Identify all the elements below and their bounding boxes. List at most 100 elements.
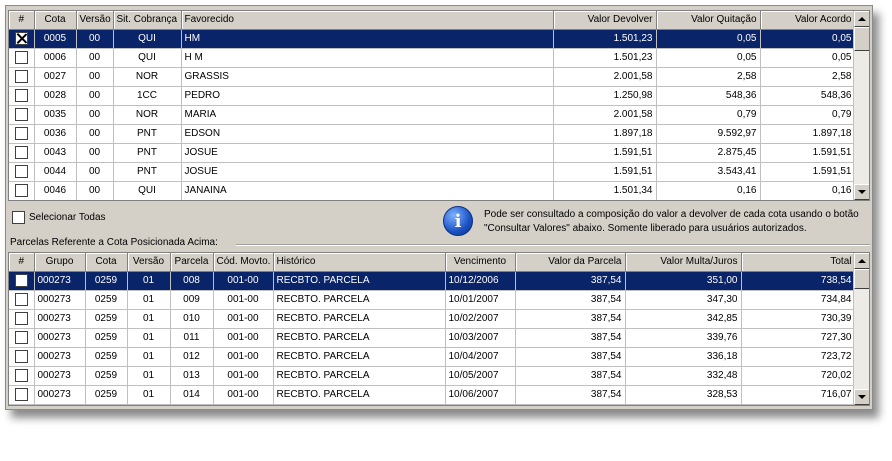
- table-row[interactable]: 0006 00 QUI H M 1.501,23 0,05 0,05: [9, 48, 856, 68]
- row-checkbox[interactable]: [14, 331, 28, 344]
- col-header-sit-cobranca[interactable]: Sit. Cobrança: [113, 11, 182, 30]
- row-checkbox[interactable]: [14, 184, 28, 197]
- table-row[interactable]: 0044 00 PNT JOSUE 1.591,51 3.543,41 1.591,51: [9, 162, 856, 182]
- cell-cod-movto: 001-00: [213, 385, 274, 405]
- table-row[interactable]: 0043 00 PNT JOSUE 1.591,51 2.875,45 1.591,51: [9, 143, 856, 163]
- col-header-valor-parcela[interactable]: Valor da Parcela: [515, 253, 626, 272]
- row-checkbox-cell[interactable]: [9, 366, 35, 386]
- cell-total: 716,07: [741, 385, 856, 405]
- scroll-up-button[interactable]: [854, 253, 869, 269]
- col-header-parcela[interactable]: Parcela: [170, 253, 214, 272]
- row-checkbox[interactable]: [14, 127, 28, 140]
- col-header-vencimento[interactable]: Vencimento: [445, 253, 516, 272]
- cotas-body: 0005 00 QUI HM 1.501,23 0,05 0,05 0006 00 QUI H M1…: [9, 29, 856, 200]
- row-checkbox-cell[interactable]: [9, 385, 35, 405]
- cell-versao: 00: [76, 67, 114, 87]
- cell-favorecido: PEDRO: [181, 86, 554, 106]
- row-checkbox[interactable]: [14, 108, 28, 121]
- table-row[interactable]: 0005 00 QUI HM 1.501,23 0,05 0,05: [9, 29, 856, 49]
- row-checkbox-cell[interactable]: [9, 105, 35, 125]
- col-header-favorecido[interactable]: Favorecido: [181, 11, 554, 30]
- row-checkbox[interactable]: [14, 350, 28, 363]
- row-checkbox[interactable]: [14, 32, 28, 45]
- select-all-option[interactable]: Selecionar Todas: [12, 211, 106, 224]
- col-header-cota[interactable]: Cota: [85, 253, 128, 272]
- row-checkbox[interactable]: [14, 388, 28, 401]
- table-row[interactable]: 000273 0259 01 009 001-00 RECBTO. PARCELA 10/0…: [9, 290, 856, 310]
- row-checkbox-cell[interactable]: [9, 67, 35, 87]
- cell-valor-quitacao: 2.875,45: [656, 143, 761, 163]
- row-checkbox[interactable]: [14, 369, 28, 382]
- cell-valor-acordo: 0,16: [760, 181, 856, 200]
- cell-vencimento: 10/03/2007: [445, 328, 516, 348]
- parcelas-scrollbar[interactable]: [853, 253, 869, 405]
- cell-cota: 0005: [34, 29, 77, 49]
- table-row[interactable]: 000273 0259 01 014 001-00 RECBTO. PARCELA 10/0…: [9, 385, 856, 405]
- scroll-down-button[interactable]: [854, 184, 869, 200]
- row-checkbox-cell[interactable]: [9, 29, 35, 49]
- row-checkbox-cell[interactable]: [9, 143, 35, 163]
- row-checkbox-cell[interactable]: [9, 309, 35, 329]
- scroll-down-button[interactable]: [854, 389, 869, 405]
- col-header-check[interactable]: #: [9, 11, 35, 30]
- table-row[interactable]: 000273 0259 01 013 001-00 RECBTO. PARCELA 10/0…: [9, 366, 856, 386]
- row-checkbox-cell[interactable]: [9, 48, 35, 68]
- table-row[interactable]: 000273 0259 01 008 001-00 RECBTO. PARCELA 10/1…: [9, 271, 856, 291]
- col-header-historico[interactable]: Histórico: [273, 253, 446, 272]
- col-header-versao[interactable]: Versão: [127, 253, 171, 272]
- table-row[interactable]: 0027 00 NOR GRASSIS 2.001,58 2,58 2,58: [9, 67, 856, 87]
- cotas-scrollbar[interactable]: [853, 11, 869, 200]
- scroll-up-button[interactable]: [854, 11, 869, 27]
- cell-grupo: 000273: [34, 328, 86, 348]
- col-header-valor-acordo[interactable]: Valor Acordo: [760, 11, 856, 30]
- row-checkbox[interactable]: [14, 274, 28, 287]
- cell-versao: 00: [76, 105, 114, 125]
- cell-valor-parcela: 387,54: [515, 347, 626, 367]
- row-checkbox-cell[interactable]: [9, 181, 35, 200]
- select-all-checkbox[interactable]: [12, 211, 25, 224]
- col-header-valor-multa-juros[interactable]: Valor Multa/Juros: [625, 253, 742, 272]
- row-checkbox-cell[interactable]: [9, 328, 35, 348]
- arrow-down-icon: [858, 395, 866, 399]
- col-header-total[interactable]: Total: [741, 253, 856, 272]
- table-row[interactable]: 0046 00 QUI JANAINA 1.501,34 0,16 0,16: [9, 181, 856, 200]
- col-header-cota[interactable]: Cota: [34, 11, 77, 30]
- row-checkbox-cell[interactable]: [9, 162, 35, 182]
- row-checkbox-cell[interactable]: [9, 86, 35, 106]
- row-checkbox[interactable]: [14, 312, 28, 325]
- row-checkbox[interactable]: [14, 89, 28, 102]
- row-checkbox-cell[interactable]: [9, 290, 35, 310]
- col-header-valor-devolver[interactable]: Valor Devolver: [553, 11, 657, 30]
- cell-valor-quitacao: 548,36: [656, 86, 761, 106]
- table-row[interactable]: 0028 00 1CC PEDRO 1.250,98 548,36 548,36: [9, 86, 856, 106]
- col-header-grupo[interactable]: Grupo: [34, 253, 86, 272]
- scroll-thumb[interactable]: [854, 27, 869, 51]
- col-header-versao[interactable]: Versão: [76, 11, 114, 30]
- cell-cota: 0259: [85, 309, 128, 329]
- cell-historico: RECBTO. PARCELA: [273, 309, 446, 329]
- row-checkbox[interactable]: [14, 51, 28, 64]
- table-row[interactable]: 000273 0259 01 011 001-00 RECBTO. PARCELA 10/0…: [9, 328, 856, 348]
- row-checkbox[interactable]: [14, 146, 28, 159]
- cell-favorecido: JOSUE: [181, 143, 554, 163]
- parcelas-grid[interactable]: # Grupo Cota Versão Parcela Cód. Movto. …: [8, 252, 870, 406]
- table-row[interactable]: 0036 00 PNT EDSON 1.897,18 9.592,97 1.897,18: [9, 124, 856, 144]
- table-row[interactable]: 000273 0259 01 010 001-00 RECBTO. PARCELA 10/0…: [9, 309, 856, 329]
- row-checkbox-cell[interactable]: [9, 347, 35, 367]
- row-checkbox-cell[interactable]: [9, 124, 35, 144]
- cell-grupo: 000273: [34, 385, 86, 405]
- cell-total: 720,02: [741, 366, 856, 386]
- scroll-thumb[interactable]: [854, 269, 869, 289]
- row-checkbox[interactable]: [14, 70, 28, 83]
- table-row[interactable]: 000273 0259 01 012 001-00 RECBTO. PARCELA 10/0…: [9, 347, 856, 367]
- table-row[interactable]: 0035 00 NOR MARIA 2.001,58 0,79 0,79: [9, 105, 856, 125]
- col-header-cod-movto[interactable]: Cód. Movto.: [213, 253, 274, 272]
- row-checkbox[interactable]: [14, 293, 28, 306]
- cell-grupo: 000273: [34, 366, 86, 386]
- cell-valor-multa-juros: 336,18: [625, 347, 742, 367]
- row-checkbox-cell[interactable]: [9, 271, 35, 291]
- col-header-check[interactable]: #: [9, 253, 35, 272]
- col-header-valor-quitacao[interactable]: Valor Quitação: [656, 11, 761, 30]
- cotas-grid[interactable]: # Cota Versão Sit. Cobrança Favorecido V…: [8, 10, 870, 201]
- row-checkbox[interactable]: [14, 165, 28, 178]
